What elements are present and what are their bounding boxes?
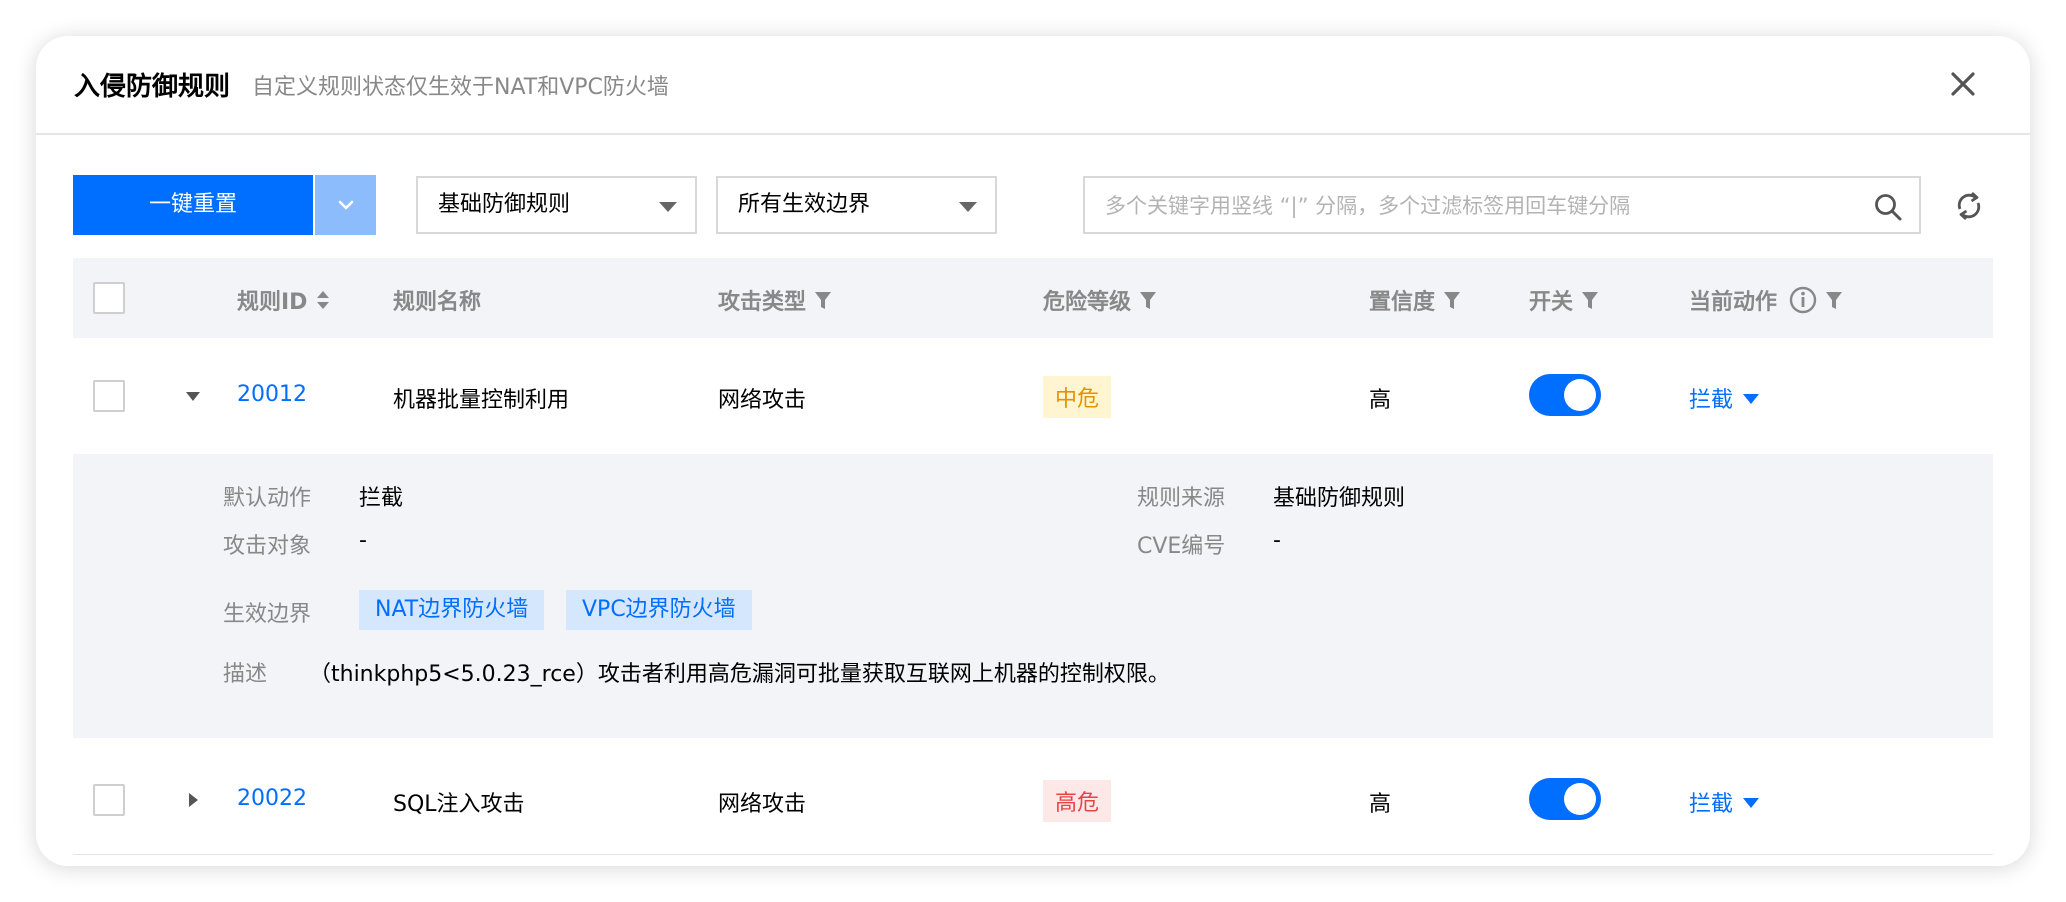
filter-icon[interactable] <box>1581 291 1599 311</box>
action-dropdown[interactable]: 拦截 <box>1689 786 1760 818</box>
refresh-icon[interactable] <box>1954 190 1984 226</box>
rule-type-select[interactable]: 基础防御规则 <box>416 176 697 234</box>
caret-down-icon <box>959 202 977 212</box>
filter-icon[interactable] <box>1139 291 1157 311</box>
close-icon[interactable] <box>1947 68 1979 100</box>
rule-name: SQL注入攻击 <box>393 792 525 817</box>
caret-down-icon <box>1743 394 1760 404</box>
action-dropdown-value: 拦截 <box>1689 388 1734 413</box>
detail-label-description: 描述 <box>223 662 268 687</box>
row-checkbox[interactable] <box>93 784 125 816</box>
detail-value-description: （thinkphp5<5.0.23_rce）攻击者利用高危漏洞可批量获取互联网上… <box>309 662 1170 687</box>
filter-icon[interactable] <box>1825 291 1843 311</box>
col-header-label: 攻击类型 <box>718 290 807 315</box>
detail-label-attack-target: 攻击对象 <box>223 534 312 559</box>
boundary-select[interactable]: 所有生效边界 <box>716 176 997 234</box>
toggle-knob <box>1564 379 1596 411</box>
dialog-subtitle: 自定义规则状态仅生效于NAT和VPC防火墙 <box>252 75 669 100</box>
col-header-label: 规则名称 <box>393 290 482 315</box>
boundary-tag-nat: NAT边界防火墙 <box>359 590 545 630</box>
collapse-caret-icon[interactable] <box>183 386 203 406</box>
rule-name: 机器批量控制利用 <box>393 388 570 413</box>
risk-badge: 中危 <box>1043 376 1112 418</box>
detail-value-attack-target: - <box>359 528 367 553</box>
sort-icon[interactable] <box>315 289 331 311</box>
col-header-confidence: 置信度 <box>1369 284 1461 316</box>
rule-switch-toggle[interactable] <box>1529 778 1601 820</box>
detail-label-default-action: 默认动作 <box>223 486 312 511</box>
action-dropdown-value: 拦截 <box>1689 792 1734 817</box>
attack-type: 网络攻击 <box>718 792 807 817</box>
action-dropdown[interactable]: 拦截 <box>1689 382 1760 414</box>
one-click-reset-button[interactable]: 一键重置 <box>73 175 313 235</box>
col-header-risk-level: 危险等级 <box>1043 284 1157 316</box>
detail-value-rule-source: 基础防御规则 <box>1273 486 1406 511</box>
col-header-label: 危险等级 <box>1043 290 1132 315</box>
search-input[interactable] <box>1105 190 1865 222</box>
row-divider <box>73 854 1993 855</box>
chevron-down-icon <box>338 200 354 210</box>
rule-switch-toggle[interactable] <box>1529 374 1601 416</box>
detail-label-rule-source: 规则来源 <box>1137 486 1226 511</box>
intrusion-prevention-dialog: 入侵防御规则 自定义规则状态仅生效于NAT和VPC防火墙 一键重置 基础防御规则… <box>36 36 2030 866</box>
dialog-header: 入侵防御规则 自定义规则状态仅生效于NAT和VPC防火墙 <box>36 36 2030 135</box>
col-header-attack-type: 攻击类型 <box>718 284 832 316</box>
dialog-title: 入侵防御规则 <box>74 72 231 102</box>
caret-down-icon <box>659 202 677 212</box>
detail-value-cve: - <box>1273 528 1281 553</box>
filter-icon[interactable] <box>1443 291 1461 311</box>
confidence: 高 <box>1369 792 1392 817</box>
expand-caret-icon[interactable] <box>183 790 203 810</box>
rule-id-link[interactable]: 20022 <box>237 786 307 811</box>
col-header-label: 规则ID <box>237 290 308 315</box>
search-box <box>1083 176 1921 234</box>
row-checkbox[interactable] <box>93 380 125 412</box>
col-header-switch: 开关 <box>1529 284 1599 316</box>
info-icon[interactable] <box>1789 286 1817 314</box>
col-header-label: 当前动作 <box>1689 290 1778 315</box>
detail-label-cve: CVE编号 <box>1137 534 1226 559</box>
caret-down-icon <box>1743 798 1760 808</box>
risk-badge: 高危 <box>1043 780 1112 822</box>
reset-dropdown-button[interactable] <box>315 175 376 235</box>
col-header-label: 开关 <box>1529 290 1574 315</box>
confidence: 高 <box>1369 388 1392 413</box>
col-header-rule-name: 规则名称 <box>393 284 481 316</box>
filter-icon[interactable] <box>814 291 832 311</box>
col-header-current-action: 当前动作 <box>1689 284 1843 316</box>
col-header-label: 置信度 <box>1369 290 1436 315</box>
col-header-rule-id[interactable]: 规则ID <box>237 284 331 316</box>
detail-value-default-action: 拦截 <box>359 486 404 511</box>
rule-type-select-value: 基础防御规则 <box>438 192 571 217</box>
toggle-knob <box>1564 783 1596 815</box>
table-row[interactable]: 20022 SQL注入攻击 网络攻击 高危 高 拦截 <box>73 738 1993 858</box>
table-header: 规则ID 规则名称 攻击类型 危险等级 置信度 开关 当前动作 <box>73 258 1993 338</box>
table-row[interactable]: 20012 机器批量控制利用 网络攻击 中危 高 拦截 <box>73 338 1993 454</box>
boundary-tag-vpc: VPC边界防火墙 <box>566 590 752 630</box>
select-all-checkbox[interactable] <box>93 282 125 314</box>
detail-label-boundary: 生效边界 <box>223 602 312 627</box>
boundary-select-value: 所有生效边界 <box>738 192 871 217</box>
search-icon[interactable] <box>1873 192 1903 226</box>
row-detail-panel: 默认动作 拦截 规则来源 基础防御规则 攻击对象 - CVE编号 - 生效边界 … <box>73 454 1993 738</box>
attack-type: 网络攻击 <box>718 388 807 413</box>
rule-id-link[interactable]: 20012 <box>237 382 307 407</box>
